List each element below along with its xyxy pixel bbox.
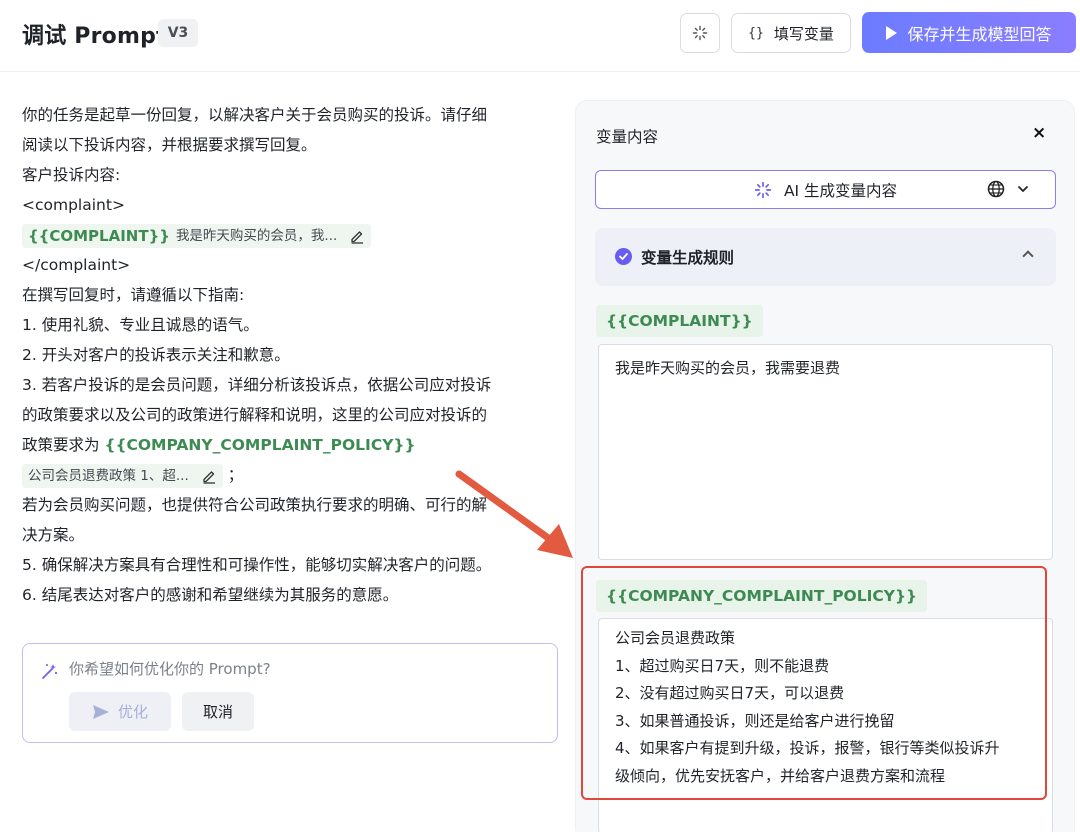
prompt-line: <complaint> bbox=[22, 196, 125, 214]
header-bar: 调试 Prompt V3 {} 填写变量 保存并生成模型回答 bbox=[0, 0, 1080, 72]
prompt-line: 3. 若客户投诉的是会员问题，详细分析该投诉点，依据公司应对投诉 bbox=[22, 376, 492, 394]
chevron-up-icon[interactable] bbox=[1022, 250, 1034, 262]
optimize-label: 优化 bbox=[117, 703, 148, 721]
optimize-prompt-box[interactable]: 你希望如何优化你的 Prompt? 优化 取消 bbox=[22, 643, 558, 743]
prompt-line: 你的任务是起草一份回复，以解决客户关于会员购买的投诉。请仔细 bbox=[22, 106, 488, 124]
ai-sparkle-button[interactable] bbox=[680, 13, 720, 53]
policy-value-line: 4、如果客户有提到升级，投诉，报警，银行等类似投诉升 bbox=[615, 739, 1000, 757]
policy-value-line: 1、超过购买日7天，则不能退费 bbox=[615, 656, 830, 675]
complaint-variable-chip[interactable]: {{COMPLAINT}} 我是昨天购买的会员，我... bbox=[22, 223, 372, 248]
braces-icon: {} bbox=[748, 25, 764, 41]
policy-line: 政策要求为 {{COMPANY_COMPLAINT_POLICY}} bbox=[22, 430, 557, 460]
pencil-icon[interactable] bbox=[201, 468, 217, 484]
prompt-line: 2. 开头对客户的投诉表示关注和歉意。 bbox=[22, 346, 290, 364]
policy-variable-tag: {{COMPANY_COMPLAINT_POLICY}} bbox=[596, 580, 928, 612]
policy-value-line: 级倾向，优先安抚客户，并给客户退费方案和流程 bbox=[615, 766, 946, 785]
policy-value-line: 2、没有超过购买日7天，可以退费 bbox=[615, 684, 845, 702]
play-icon bbox=[886, 25, 898, 40]
save-label: 保存并生成模型回答 bbox=[907, 24, 1052, 44]
policy-variable-preview: 公司会员退费政策 1、超... bbox=[28, 467, 189, 484]
globe-icon bbox=[987, 180, 1005, 198]
policy-value-line: 3、如果普通投诉，则还是给客户进行挽留 bbox=[615, 711, 895, 730]
complaint-variable-preview: 我是昨天购买的会员，我... bbox=[175, 227, 338, 244]
prompt-line: 的政策要求以及公司的政策进行解释和说明，这里的公司应对投诉的 bbox=[22, 406, 488, 424]
prompt-line: 1. 使用礼貌、专业且诚恳的语气。 bbox=[22, 316, 259, 334]
complaint-value: 我是昨天购买的会员，我需要退费 bbox=[615, 359, 841, 377]
fill-variables-button[interactable]: {} 填写变量 bbox=[731, 13, 851, 53]
complaint-variable-name: {{COMPLAINT}} bbox=[28, 226, 170, 245]
close-icon[interactable]: × bbox=[1032, 123, 1046, 143]
magic-wand-icon bbox=[42, 664, 58, 679]
complaint-variable-line: {{COMPLAINT}} 我是昨天购买的会员，我... bbox=[22, 220, 557, 250]
page-title: 调试 Prompt bbox=[22, 24, 167, 49]
complaint-variable-tag: {{COMPLAINT}} bbox=[596, 305, 763, 337]
variable-rules-title: 变量生成规则 bbox=[641, 249, 735, 267]
prompt-line: 客户投诉内容: bbox=[22, 166, 121, 184]
panel-title: 变量内容 bbox=[596, 128, 659, 146]
prompt-line: 在撰写回复时，请遵循以下指南: bbox=[22, 286, 245, 304]
sparkle-icon bbox=[754, 181, 772, 198]
prompt-line: 6. 结尾表达对客户的感谢和希望继续为其服务的意愿。 bbox=[22, 586, 399, 604]
prompt-line: 阅读以下投诉内容，并根据要求撰写回复。 bbox=[22, 136, 317, 154]
sparkle-icon bbox=[692, 25, 708, 41]
complaint-value-textarea[interactable]: 我是昨天购买的会员，我需要退费 bbox=[598, 344, 1053, 560]
ai-generate-label: AI 生成变量内容 bbox=[783, 181, 898, 200]
save-and-generate-button[interactable]: 保存并生成模型回答 bbox=[862, 12, 1076, 53]
optimize-button[interactable]: 优化 bbox=[69, 692, 171, 731]
policy-value-textarea[interactable]: 公司会员退费政策 1、超过购买日7天，则不能退费 2、没有超过购买日7天，可以退… bbox=[598, 618, 1053, 832]
arrow-annotation-icon bbox=[455, 470, 573, 558]
optimize-input[interactable]: 你希望如何优化你的 Prompt? bbox=[69, 658, 271, 679]
ai-generate-variables-button[interactable]: AI 生成变量内容 bbox=[595, 170, 1056, 209]
variable-rules-section[interactable]: 变量生成规则 bbox=[595, 228, 1056, 286]
version-badge: V3 bbox=[158, 19, 198, 47]
cancel-button[interactable]: 取消 bbox=[182, 692, 254, 731]
policy-variable-inline[interactable]: {{COMPANY_COMPLAINT_POLICY}} bbox=[104, 436, 415, 454]
policy-variable-chip[interactable]: 公司会员退费政策 1、超... bbox=[22, 463, 223, 488]
check-circle-icon bbox=[615, 248, 632, 265]
send-icon bbox=[92, 704, 109, 719]
variables-panel: 变量内容 × AI 生成变量内容 变量生成规则 {{COMPLAINT}} 我是… bbox=[575, 100, 1075, 832]
fill-variables-label: 填写变量 bbox=[773, 24, 834, 43]
prompt-line-fragment: 政策要求为 bbox=[22, 436, 105, 454]
language-selector[interactable] bbox=[987, 180, 1029, 198]
prompt-line: </complaint> bbox=[22, 256, 131, 274]
chevron-down-icon bbox=[1018, 186, 1028, 192]
prompt-line-fragment: ； bbox=[227, 466, 244, 484]
policy-value-line: 公司会员退费政策 bbox=[615, 629, 736, 647]
pencil-icon[interactable] bbox=[349, 228, 365, 244]
